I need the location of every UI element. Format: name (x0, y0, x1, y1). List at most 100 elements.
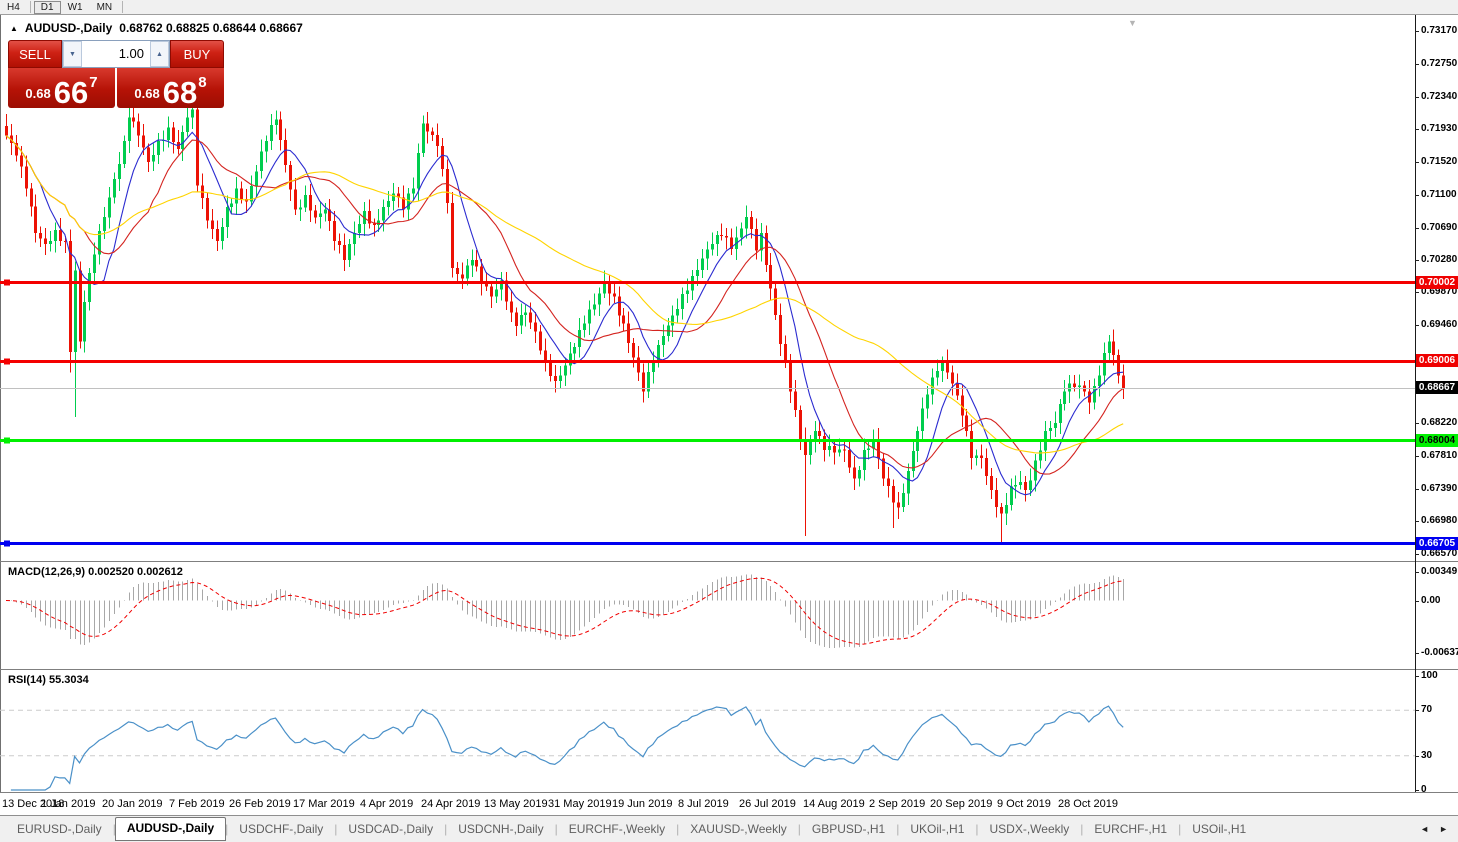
x-tick-label: 26 Jul 2019 (739, 798, 796, 810)
x-tick-label: 13 May 2019 (484, 798, 548, 810)
tab-ukoil-h1[interactable]: UKOil-,H1 (899, 816, 975, 842)
macd-label: MACD(12,26,9) 0.002520 0.002612 (8, 566, 183, 578)
rsi-tick-label: 0 (1421, 784, 1427, 795)
y-axis-tick (1415, 521, 1419, 522)
rsi-axis-tick (1415, 790, 1419, 791)
y-tick-label: 0.71520 (1421, 156, 1457, 167)
x-tick-label: 7 Feb 2019 (169, 798, 225, 810)
y-tick-label: 0.68220 (1421, 417, 1457, 428)
tab-usdcad-daily[interactable]: USDCAD-,Daily (337, 816, 444, 842)
volume-input[interactable]: 1.00 (82, 41, 150, 67)
tab-eurchf-weekly[interactable]: EURCHF-,Weekly (558, 816, 676, 842)
sell-price-big: 66 (54, 78, 88, 107)
tab-eurusd-daily[interactable]: EURUSD-,Daily (6, 816, 113, 842)
y-tick-label: 0.72340 (1421, 91, 1457, 102)
line-handle[interactable] (4, 438, 10, 444)
tab-xauusd-weekly[interactable]: XAUUSD-,Weekly (679, 816, 797, 842)
price-badge-0.69006: 0.69006 (1416, 354, 1458, 367)
buy-price-prefix: 0.68 (134, 86, 159, 101)
y-tick-label: 0.66980 (1421, 515, 1457, 526)
y-axis-tick (1415, 554, 1419, 555)
x-tick-label: 24 Apr 2019 (421, 798, 480, 810)
toolbar-separator (30, 1, 31, 13)
y-axis-tick (1415, 129, 1419, 130)
x-tick-label: 9 Oct 2019 (997, 798, 1051, 810)
x-tick-label: 4 Apr 2019 (360, 798, 413, 810)
y-tick-label: 0.69460 (1421, 319, 1457, 330)
price-badge-0.68667: 0.68667 (1416, 381, 1458, 394)
timeframe-w1-button[interactable]: W1 (61, 1, 90, 14)
rsi-tick-label: 30 (1421, 750, 1432, 761)
price-badge-0.68004: 0.68004 (1416, 434, 1458, 447)
rsi-line (11, 706, 1123, 790)
chart-tab-bar: EURUSD-,Daily|AUDUSD-,Daily|USDCHF-,Dail… (0, 815, 1458, 842)
line-handle[interactable] (4, 541, 10, 547)
y-tick-label: 0.67810 (1421, 450, 1457, 461)
y-tick-label: 0.70280 (1421, 254, 1457, 265)
x-tick-label: 28 Oct 2019 (1058, 798, 1118, 810)
rsi-tick-label: 100 (1421, 670, 1438, 681)
y-axis-tick (1415, 423, 1419, 424)
timeframe-toolbar: H4 D1 W1 MN (0, 0, 1458, 15)
sell-price-prefix: 0.68 (25, 86, 50, 101)
ma-mid-line (6, 136, 1123, 475)
y-axis-tick (1415, 31, 1419, 32)
buy-button[interactable]: BUY (170, 40, 224, 68)
y-tick-label: 0.71930 (1421, 123, 1457, 134)
x-tick-label: 26 Feb 2019 (229, 798, 291, 810)
one-click-trade-panel: SELL ▼ 1.00 ▲ BUY 0.68 66 7 0.68 68 8 (8, 40, 224, 108)
macd-axis-tick (1415, 601, 1419, 602)
volume-decrease-icon[interactable]: ▼ (63, 41, 82, 67)
sell-button[interactable]: SELL (8, 40, 62, 68)
line-handle[interactable] (4, 280, 10, 286)
y-axis-tick (1415, 64, 1419, 65)
x-tick-label: 2 Sep 2019 (869, 798, 925, 810)
chart-shift-marker-icon[interactable]: ▼ (1128, 18, 1137, 28)
tabs-container: EURUSD-,Daily|AUDUSD-,Daily|USDCHF-,Dail… (6, 816, 1257, 842)
x-tick-label: 19 Jun 2019 (612, 798, 673, 810)
rsi-axis-tick (1415, 676, 1419, 677)
sell-price-display[interactable]: 0.68 66 7 (8, 68, 115, 108)
buy-price-display[interactable]: 0.68 68 8 (117, 68, 224, 108)
x-tick-label: 1 Jan 2019 (41, 798, 95, 810)
timeframe-h4-button[interactable]: H4 (0, 1, 27, 14)
y-axis-tick (1415, 489, 1419, 490)
tab-usdchf-daily[interactable]: USDCHF-,Daily (228, 816, 334, 842)
tab-gbpusd-h1[interactable]: GBPUSD-,H1 (801, 816, 896, 842)
tab-usdx-weekly[interactable]: USDX-,Weekly (979, 816, 1081, 842)
buy-price-big: 68 (163, 78, 197, 107)
macd-histogram (7, 574, 1124, 648)
ma-slow-line (6, 136, 1123, 454)
tab-usdcnh-daily[interactable]: USDCNH-,Daily (447, 816, 554, 842)
macd-tick-label: 0.00349 (1421, 566, 1457, 577)
line-handle[interactable] (4, 359, 10, 365)
tab-audusd-daily[interactable]: AUDUSD-,Daily (115, 817, 226, 841)
timeframe-d1-button[interactable]: D1 (34, 1, 61, 14)
macd-canvas[interactable] (0, 562, 1415, 669)
tab-scroll-right-icon[interactable]: ► (1439, 824, 1448, 834)
symbol-title: AUDUSD-,Daily (25, 21, 112, 35)
y-tick-label: 0.67390 (1421, 483, 1457, 494)
volume-increase-icon[interactable]: ▲ (150, 41, 169, 67)
x-tick-label: 8 Jul 2019 (678, 798, 729, 810)
ohlc-quotes: 0.68762 0.68825 0.68644 0.68667 (119, 21, 303, 35)
x-tick-label: 31 May 2019 (548, 798, 612, 810)
y-axis-tick (1415, 260, 1419, 261)
y-axis-tick (1415, 195, 1419, 196)
y-tick-label: 0.70690 (1421, 222, 1457, 233)
y-axis-tick (1415, 162, 1419, 163)
tab-eurchf-h1[interactable]: EURCHF-,H1 (1083, 816, 1178, 842)
price-badge-0.66705: 0.66705 (1416, 537, 1458, 550)
buy-price-sup: 8 (198, 74, 206, 91)
tab-scroll-left-icon[interactable]: ◄ (1420, 824, 1429, 834)
tab-usoil-h1[interactable]: USOil-,H1 (1181, 816, 1257, 842)
macd-axis-tick (1415, 653, 1419, 654)
x-tick-label: 20 Jan 2019 (102, 798, 163, 810)
candles-layer (5, 100, 1125, 543)
y-tick-label: 0.73170 (1421, 25, 1457, 36)
collapse-panel-icon[interactable]: ▲ (10, 24, 18, 33)
rsi-tick-label: 70 (1421, 704, 1432, 715)
rsi-canvas[interactable] (0, 670, 1415, 792)
timeframe-mn-button[interactable]: MN (90, 1, 120, 14)
y-axis-tick (1415, 456, 1419, 457)
